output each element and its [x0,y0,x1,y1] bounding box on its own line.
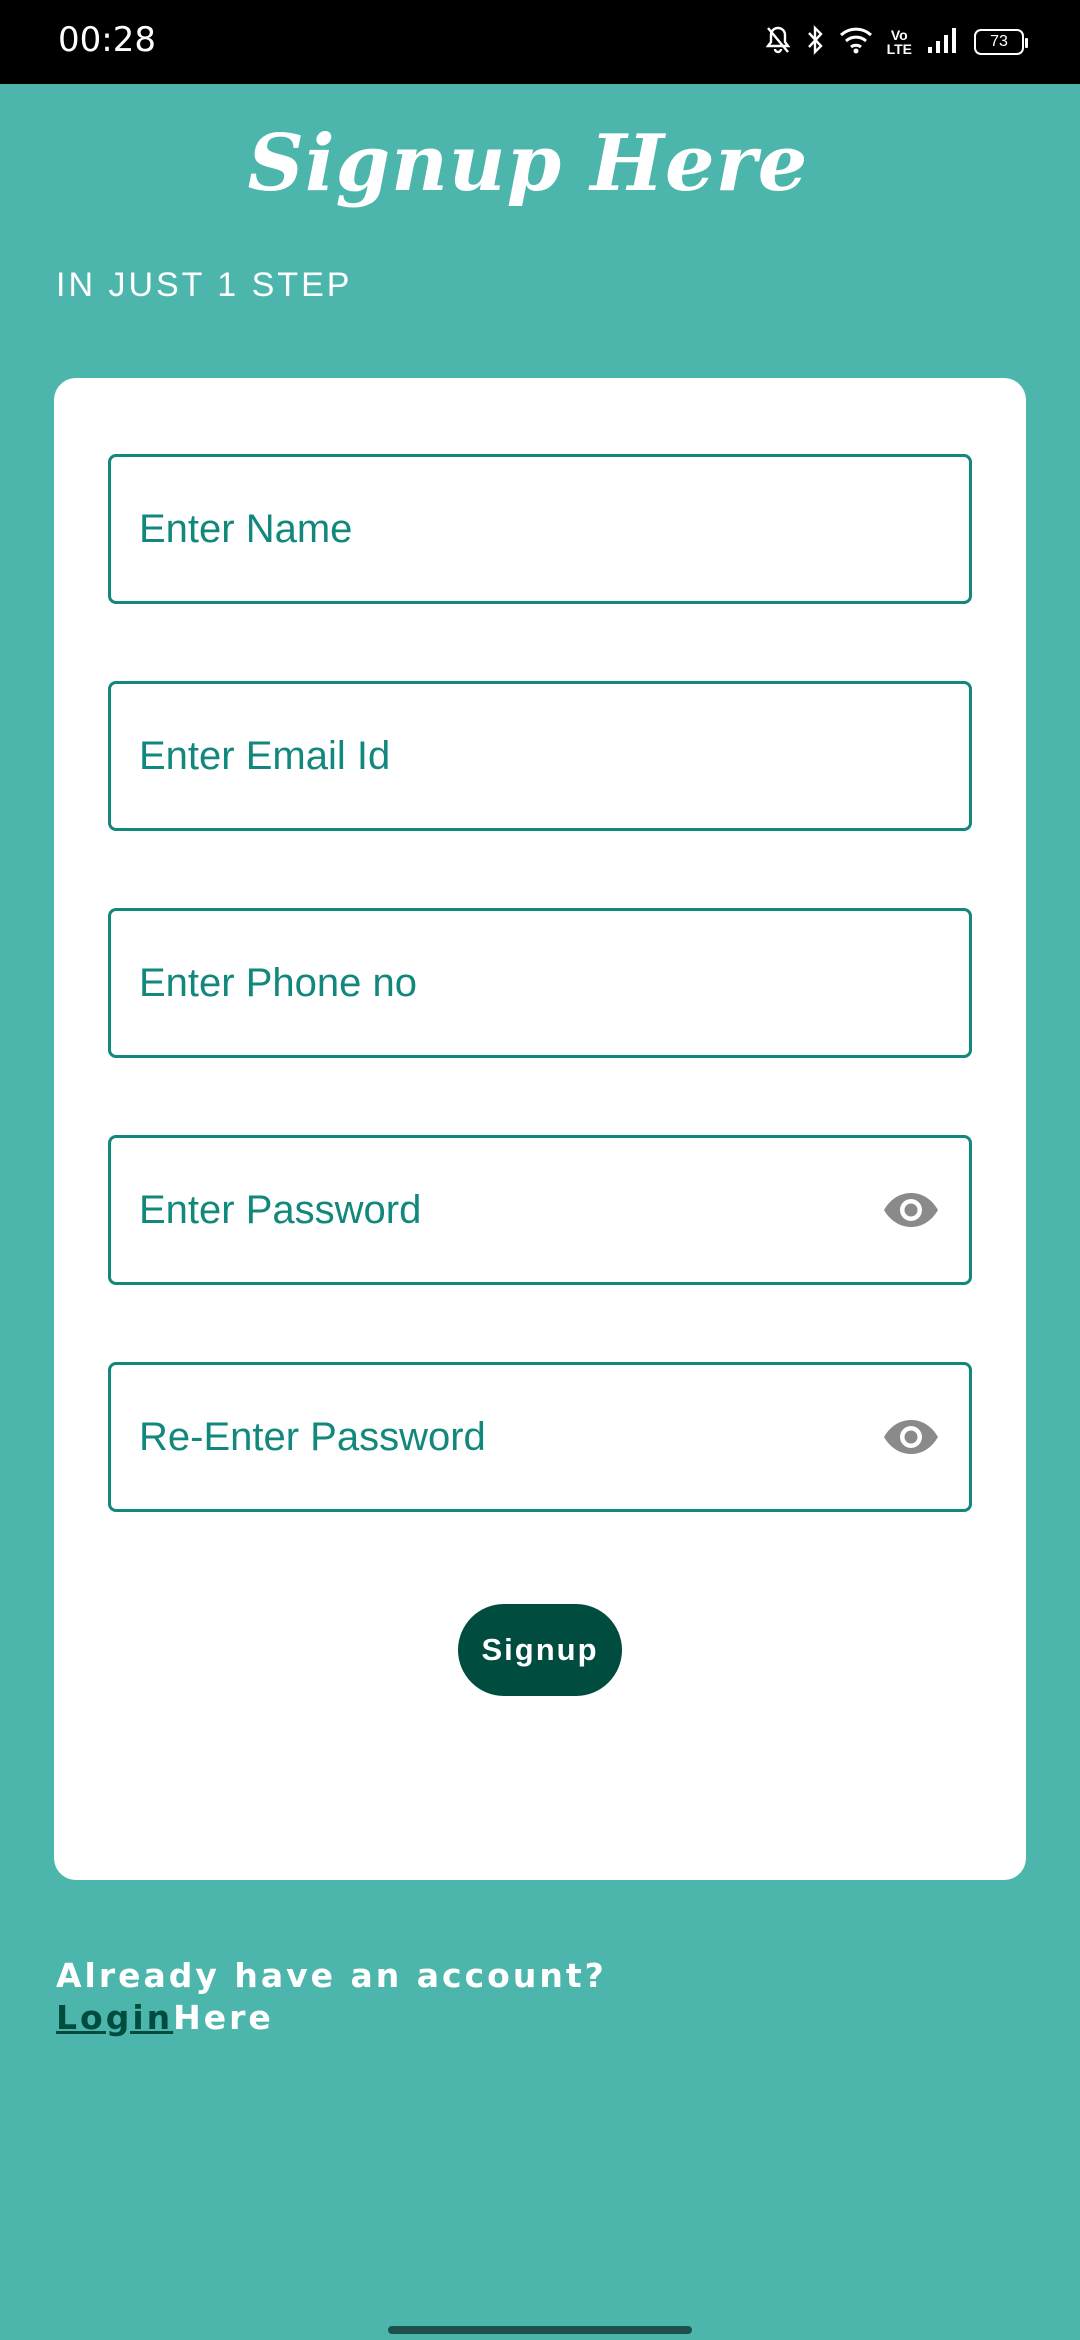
name-field[interactable] [108,454,972,604]
account-prompt: Already have an account? [56,1956,607,1995]
email-input[interactable] [139,733,941,779]
show-reenter-password-eye-icon[interactable] [881,1417,941,1457]
page-subtitle: IN JUST 1 STEP [56,266,353,304]
signal-icon [926,25,960,60]
status-bar: 00:28 Vo LTE 73 [0,0,1080,84]
wifi-icon [839,25,873,60]
name-input[interactable] [139,506,941,552]
password-input[interactable] [139,1187,881,1233]
phone-field[interactable] [108,908,972,1058]
password-field[interactable] [108,1135,972,1285]
status-time: 00:28 [58,20,156,60]
mute-bell-icon [765,25,791,60]
phone-input[interactable] [139,960,941,1006]
signup-card: Signup [54,378,1026,1880]
login-link[interactable]: Login [56,1998,173,2037]
reenter-password-input[interactable] [139,1414,881,1460]
volte-icon: Vo LTE [886,27,912,57]
gesture-bar[interactable] [388,2326,692,2334]
bluetooth-icon [805,24,825,60]
email-field[interactable] [108,681,972,831]
reenter-password-field[interactable] [108,1362,972,1512]
page-title: Signup Here [247,118,809,209]
login-line: LoginHere [56,1998,274,2037]
battery-icon: 73 [974,29,1028,55]
show-password-eye-icon[interactable] [881,1190,941,1230]
login-suffix: Here [173,1998,274,2037]
signup-button[interactable]: Signup [458,1604,622,1696]
status-icons: Vo LTE 73 [765,22,1028,62]
